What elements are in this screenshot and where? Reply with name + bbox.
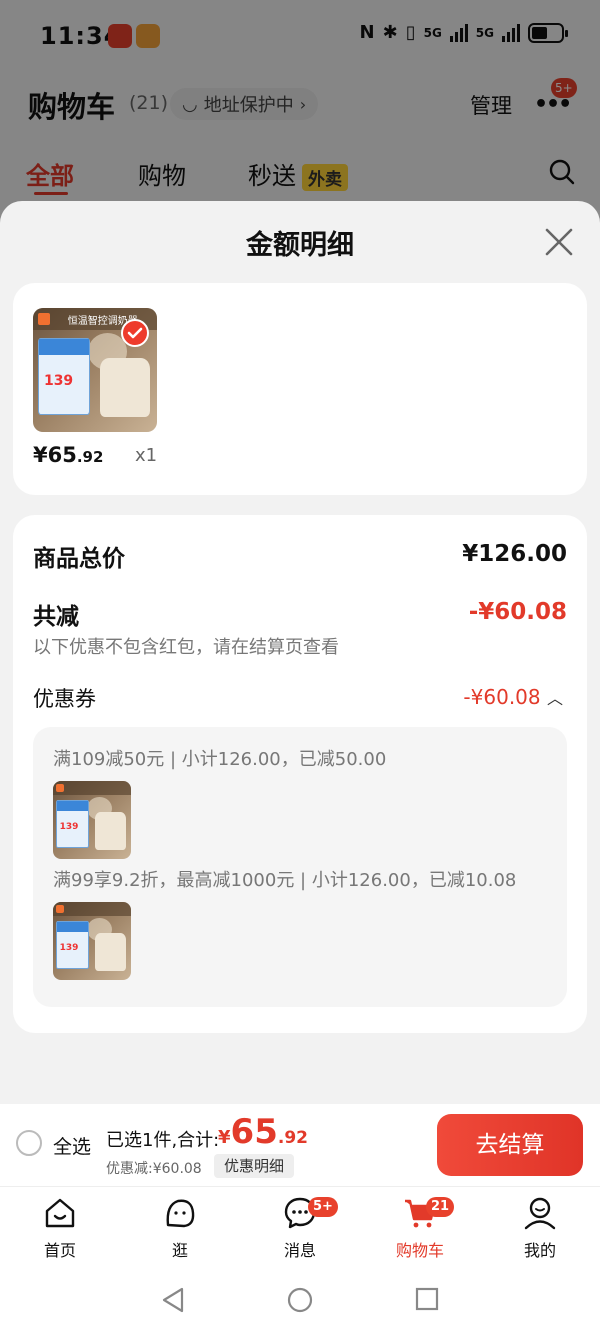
item-price: ¥65.92 (33, 443, 103, 467)
item-quantity: x1 (135, 445, 158, 466)
nav-cart[interactable]: 购物车 21 (380, 1195, 460, 1261)
reduce-label: 共减 (33, 604, 79, 630)
select-all-radio[interactable] (16, 1130, 42, 1156)
system-navigation-bar (0, 1266, 600, 1332)
nav-cart-label: 购物车 (395, 1241, 444, 1260)
back-icon[interactable] (160, 1286, 186, 1314)
chevron-up-icon: ︿ (546, 689, 563, 708)
coupon-product-thumbnail[interactable]: 139 (53, 902, 131, 980)
discount-detail-button[interactable]: 优惠明细 (214, 1154, 295, 1178)
amount-dec: .92 (277, 1128, 308, 1148)
nav-profile-label: 我的 (523, 1241, 556, 1260)
item-price-int: ¥65 (33, 443, 77, 467)
total-label: 商品总价 (33, 546, 125, 572)
selected-summary: 已选1件,合计: (106, 1130, 220, 1151)
brand-logo (37, 312, 51, 326)
thumb-price: 139 (43, 373, 74, 390)
browse-icon (166, 1199, 195, 1228)
modal-overlay[interactable] (0, 0, 600, 210)
product-image: 139 (53, 781, 131, 859)
brand-logo (56, 905, 64, 913)
image-banner (53, 781, 131, 796)
coupon-label: 优惠券 (33, 687, 96, 711)
bottom-nav: 首页 逛 消息 5+ 购物车 21 我的 (0, 1186, 600, 1266)
total-value: ¥126.00 (462, 541, 567, 567)
price-breakdown-card: 商品总价 ¥126.00 共减 -¥60.08 以下优惠不包含红包，请在结算页查… (13, 515, 587, 1033)
image-banner (53, 902, 131, 917)
nav-home[interactable]: 首页 (20, 1195, 100, 1261)
currency-symbol: ¥ (218, 1127, 231, 1148)
promo-card-art: 139 (56, 799, 89, 849)
home-icon (45, 1198, 75, 1228)
coupon-toggle[interactable]: -¥60.08 ︿ (463, 685, 563, 709)
amount-int: 65 (230, 1112, 278, 1152)
reduce-value: -¥60.08 (468, 599, 567, 625)
brand-logo (56, 784, 64, 792)
profile-icon (524, 1197, 556, 1230)
cart-badge: 21 (426, 1197, 455, 1217)
coupon-value: -¥60.08 (463, 685, 541, 709)
coupon-details: 满109减50元 | 小计126.00，已减50.00 139 满99享9.2折… (33, 727, 567, 1007)
checked-icon (121, 319, 149, 347)
product-image: 139 (53, 902, 131, 980)
thumb-price: 139 (59, 822, 79, 833)
nav-browse[interactable]: 逛 (140, 1195, 220, 1261)
home-circle-icon[interactable] (286, 1286, 314, 1314)
item-price-dec: .92 (76, 448, 104, 466)
kettle-art (99, 357, 150, 418)
nav-browse-label: 逛 (171, 1241, 188, 1260)
thumb-price: 139 (59, 943, 79, 954)
kettle-art (95, 812, 127, 850)
coupon-product-thumbnail[interactable]: 139 (53, 781, 131, 859)
messages-badge: 5+ (308, 1197, 338, 1217)
nav-messages-label: 消息 (283, 1241, 316, 1260)
coupon-line: 满99享9.2折，最高减1000元 | 小计126.00，已减10.08 (53, 870, 517, 891)
nav-messages[interactable]: 消息 5+ (260, 1195, 340, 1261)
nav-profile[interactable]: 我的 (500, 1195, 580, 1261)
discount-summary: 优惠减:¥60.08 (106, 1161, 202, 1177)
selected-items-card: 恒温智控调奶器 139 ¥65.92 x1 (13, 283, 587, 495)
sheet-title: 金额明细 (246, 230, 354, 261)
checkout-button[interactable]: 去结算 (437, 1114, 583, 1176)
promo-card-art: 139 (37, 337, 91, 415)
select-all-label[interactable]: 全选 (53, 1132, 91, 1159)
checkout-bar: 全选 已选1件,合计: ¥65.92 优惠减:¥60.08 优惠明细 去结算 (0, 1104, 600, 1186)
coupon-line: 满109减50元 | 小计126.00，已减50.00 (53, 749, 387, 770)
kettle-art (95, 933, 127, 971)
nav-home-label: 首页 (43, 1241, 76, 1260)
close-icon[interactable] (542, 225, 576, 259)
recents-icon[interactable] (414, 1286, 440, 1312)
discount-note: 以下优惠不包含红包，请在结算页查看 (33, 637, 339, 658)
promo-card-art: 139 (56, 920, 89, 970)
total-amount: ¥65.92 (218, 1112, 308, 1152)
